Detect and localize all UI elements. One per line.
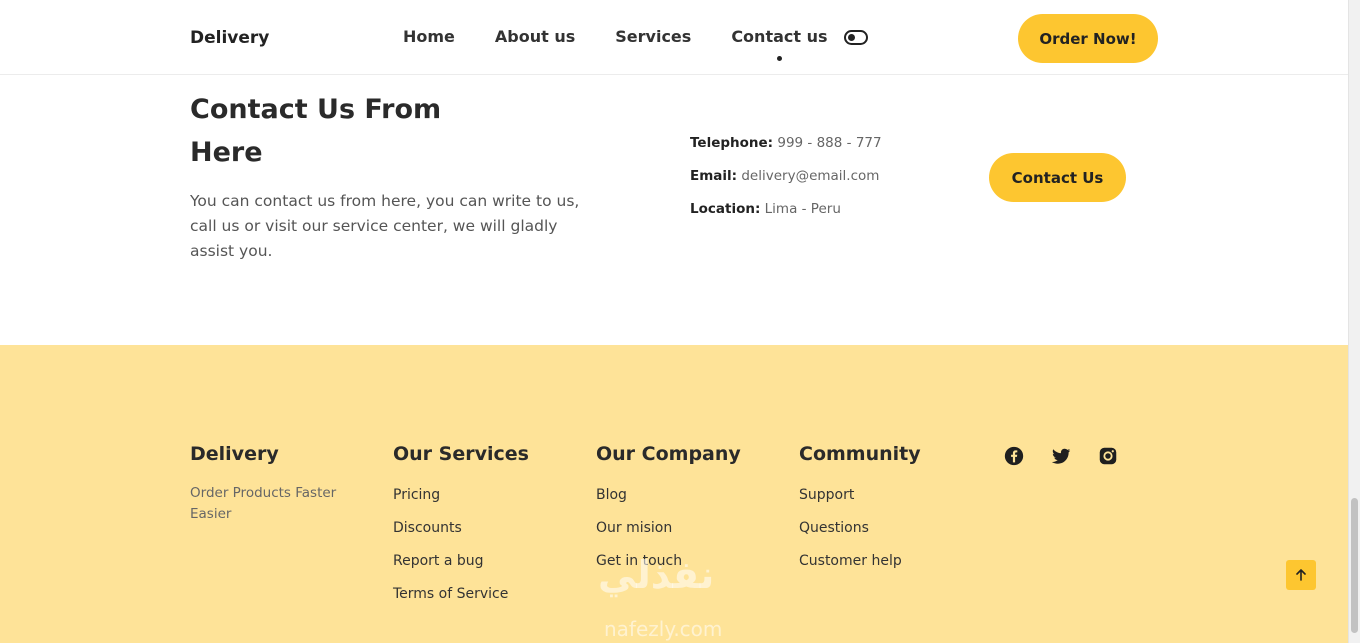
location-info: Location: Lima - Peru <box>690 201 841 217</box>
telephone-value: 999 - 888 - 777 <box>777 135 882 151</box>
link-terms[interactable]: Terms of Service <box>393 586 508 602</box>
site-header: Delivery Home About us Services Contact … <box>0 0 1348 75</box>
link-discounts[interactable]: Discounts <box>393 520 462 536</box>
contact-description: You can contact us from here, you can wr… <box>190 192 580 260</box>
instagram-icon[interactable] <box>1097 445 1119 467</box>
location-value: Lima - Peru <box>764 201 841 217</box>
link-questions[interactable]: Questions <box>799 520 869 536</box>
link-support[interactable]: Support <box>799 487 854 503</box>
arrow-up-icon <box>1296 569 1306 581</box>
company-title: Our Company <box>596 443 741 465</box>
contact-title: Contact Us From Here <box>190 94 442 168</box>
watermark-arabic: نفذلي <box>598 553 715 597</box>
site-footer: Delivery Order Products Faster Easier Ou… <box>0 345 1348 643</box>
nav-home[interactable]: Home <box>403 27 455 46</box>
nav-services[interactable]: Services <box>615 27 691 46</box>
community-title: Community <box>799 443 921 465</box>
telephone-label: Telephone: <box>690 135 774 151</box>
toggle-knob <box>848 34 855 41</box>
facebook-icon[interactable] <box>1003 445 1025 467</box>
page: Delivery Home About us Services Contact … <box>0 0 1348 643</box>
email-label: Email: <box>690 168 738 184</box>
link-report-bug[interactable]: Report a bug <box>393 553 484 569</box>
contact-us-button[interactable]: Contact Us <box>989 153 1126 202</box>
back-to-top-button[interactable] <box>1286 560 1316 590</box>
email-value: delivery@email.com <box>741 168 880 184</box>
footer-brand-description: Order Products Faster Easier <box>190 485 337 522</box>
nav-about[interactable]: About us <box>495 27 575 46</box>
scrollbar-thumb[interactable] <box>1351 498 1358 633</box>
email-info: Email: delivery@email.com <box>690 168 879 184</box>
services-title: Our Services <box>393 443 529 465</box>
telephone-info: Telephone: 999 - 888 - 777 <box>690 135 882 151</box>
location-label: Location: <box>690 201 761 217</box>
logo[interactable]: Delivery <box>190 28 269 48</box>
theme-toggle-icon[interactable] <box>844 30 868 45</box>
main-nav: Home About us Services Contact us <box>403 27 868 61</box>
link-pricing[interactable]: Pricing <box>393 487 440 503</box>
watermark-latin: nafezly.com <box>604 617 723 641</box>
twitter-icon[interactable] <box>1050 445 1072 467</box>
footer-brand: Delivery <box>190 443 279 465</box>
link-blog[interactable]: Blog <box>596 487 627 503</box>
scrollbar[interactable] <box>1348 0 1360 643</box>
link-customer-help[interactable]: Customer help <box>799 553 902 569</box>
link-mision[interactable]: Our mision <box>596 520 672 536</box>
order-now-button[interactable]: Order Now! <box>1018 14 1158 63</box>
nav-contact[interactable]: Contact us <box>731 27 828 61</box>
